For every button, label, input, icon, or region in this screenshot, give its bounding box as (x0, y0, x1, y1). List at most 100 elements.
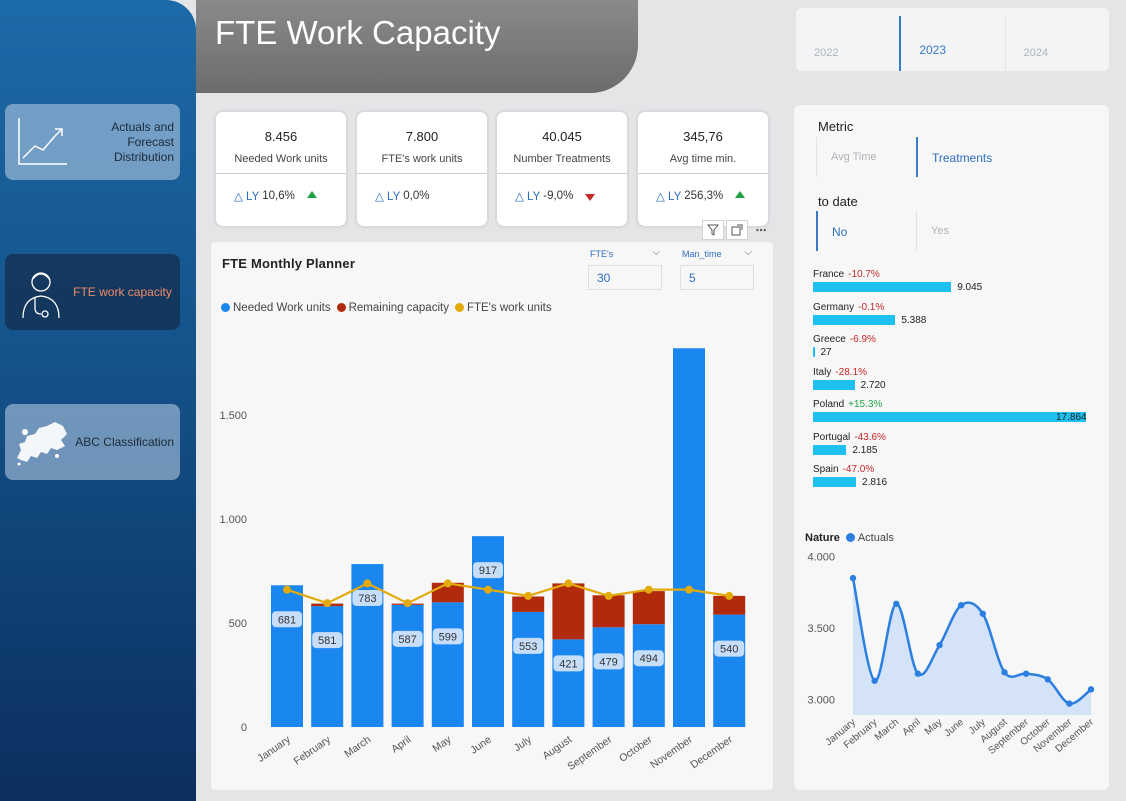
kpi-delta: △ LY 0,0% (375, 189, 429, 203)
data-label: 917 (479, 565, 497, 577)
point-fte-work-units (604, 591, 613, 600)
bar-needed-work-units (673, 348, 705, 727)
data-label: 421 (559, 658, 577, 670)
nav-abc-classification[interactable]: ABC Classification (5, 404, 180, 480)
data-label: 783 (358, 593, 376, 605)
x-tick-label: June (468, 734, 494, 757)
x-tick-label: July (512, 733, 535, 754)
kpi-divider (216, 173, 346, 174)
point-fte-work-units (644, 585, 653, 594)
nav-label: Actuals and Forecast Distribution (111, 119, 174, 164)
point-actuals (1087, 686, 1095, 693)
country-name: Portugal (813, 431, 851, 443)
metric-option-treatments[interactable]: Treatments (916, 137, 1016, 177)
country-label: Spain -47.0% (813, 464, 874, 475)
metric-option-avg-time[interactable]: Avg Time (816, 137, 916, 177)
y-tick-label: 0 (241, 722, 247, 734)
bar-needed-work-units (552, 639, 585, 727)
x-tick-label: April (900, 717, 922, 738)
point-actuals (979, 610, 987, 617)
point-fte-work-units (685, 585, 693, 594)
nav-fte-work-capacity[interactable]: FTE work capacity (5, 254, 180, 330)
country-pct: -28.1% (835, 366, 868, 378)
kpi-value: 40.045 (542, 129, 582, 144)
data-label: 494 (640, 653, 658, 665)
country-label: Greece -6.9% (813, 334, 876, 345)
x-tick-label: March (873, 717, 901, 743)
point-fte-work-units (323, 599, 332, 608)
point-actuals (957, 601, 965, 609)
focus-mode-icon[interactable] (726, 220, 748, 240)
country-pct: +15.3% (848, 399, 883, 410)
kpi-delta-prefix: △ LY (656, 191, 682, 203)
country-name: Italy (813, 366, 832, 378)
country-bar[interactable] (813, 347, 815, 357)
y-tick-label: 1.000 (219, 514, 247, 526)
year-option-2022[interactable]: 2022 (796, 16, 899, 71)
trend-up-icon (306, 190, 317, 198)
x-tick-label: November (648, 733, 695, 771)
bar-needed-work-units (632, 624, 665, 727)
nav-label: ABC Classification (75, 434, 174, 449)
bar-needed-work-units (311, 606, 344, 727)
europe-map-icon (17, 422, 67, 466)
kpi-delta-prefix: △ LY (234, 191, 260, 203)
x-tick-label: May (430, 733, 454, 755)
year-option-2023[interactable]: 2023 (899, 16, 1004, 71)
x-tick-label: January (255, 733, 293, 765)
year-option-2024[interactable]: 2024 (1004, 16, 1109, 71)
kpi-divider (497, 173, 627, 174)
kpi-label: FTE's work units (381, 153, 463, 165)
kpi-delta-value: 0,0% (403, 190, 430, 202)
year-slicer: 2022 2023 2024 (796, 8, 1109, 71)
country-bar[interactable] (813, 444, 847, 455)
country-value: 27 (820, 347, 832, 358)
to-date-option-yes[interactable]: Yes (916, 211, 1016, 251)
bar-needed-work-units (512, 611, 545, 727)
doctor-icon (22, 272, 60, 319)
country-bar[interactable] (813, 412, 1086, 422)
country-pct: -43.6% (854, 431, 886, 443)
kpi-card-avg-time: 345,76 Avg time min. △ LY 256,3% (637, 111, 769, 227)
kpi-delta-value: 256,3% (684, 190, 724, 202)
country-name: Poland (813, 399, 845, 410)
point-actuals (1066, 700, 1073, 707)
nav-actuals-forecast[interactable]: Actuals and Forecast Distribution (5, 104, 180, 180)
country-value: 5.388 (901, 314, 927, 326)
country-bar[interactable] (813, 477, 857, 487)
filter-icon[interactable] (702, 220, 724, 240)
kpi-card-number-treatments: 40.045 Number Treatments △ LY -9,0% (496, 111, 628, 227)
kpi-card-needed-work-units: 8.456 Needed Work units △ LY 10,6% (215, 111, 347, 227)
point-fte-work-units (363, 579, 372, 588)
to-date-title: to date (818, 194, 858, 209)
bar-needed-work-units (391, 604, 424, 727)
kpi-label: Number Treatments (513, 153, 611, 165)
data-label: 479 (599, 656, 617, 668)
to-date-option-no[interactable]: No (816, 211, 916, 251)
to-date-toggle: No Yes (816, 211, 1016, 251)
bar-needed-work-units (713, 614, 746, 727)
bar-remaining-capacity (592, 595, 625, 628)
bar-needed-work-units (431, 602, 464, 727)
point-actuals (871, 677, 878, 684)
country-bar[interactable] (813, 314, 896, 325)
point-actuals (936, 641, 943, 649)
point-fte-work-units (283, 585, 291, 594)
point-fte-work-units (484, 585, 492, 594)
country-label: Portugal -43.6% (813, 432, 886, 443)
country-bar[interactable] (813, 282, 952, 292)
more-options-icon[interactable]: ⋯ (750, 220, 772, 240)
x-tick-label: September (565, 733, 614, 773)
data-label: 681 (278, 614, 296, 626)
kpi-delta: △ LY 10,6% (234, 189, 317, 203)
country-bar[interactable] (813, 379, 855, 390)
title-banner: FTE Work Capacity (196, 0, 638, 93)
page-title: FTE Work Capacity (215, 14, 501, 51)
y-tick-label: 500 (229, 618, 247, 630)
kpi-value: 345,76 (683, 129, 723, 144)
kpi-card-fte-work-units: 7.800 FTE's work units △ LY 0,0% (356, 111, 488, 227)
point-actuals (914, 670, 922, 677)
area-fill-actuals (853, 578, 1091, 715)
point-fte-work-units (443, 579, 452, 588)
country-name: France (813, 269, 845, 280)
